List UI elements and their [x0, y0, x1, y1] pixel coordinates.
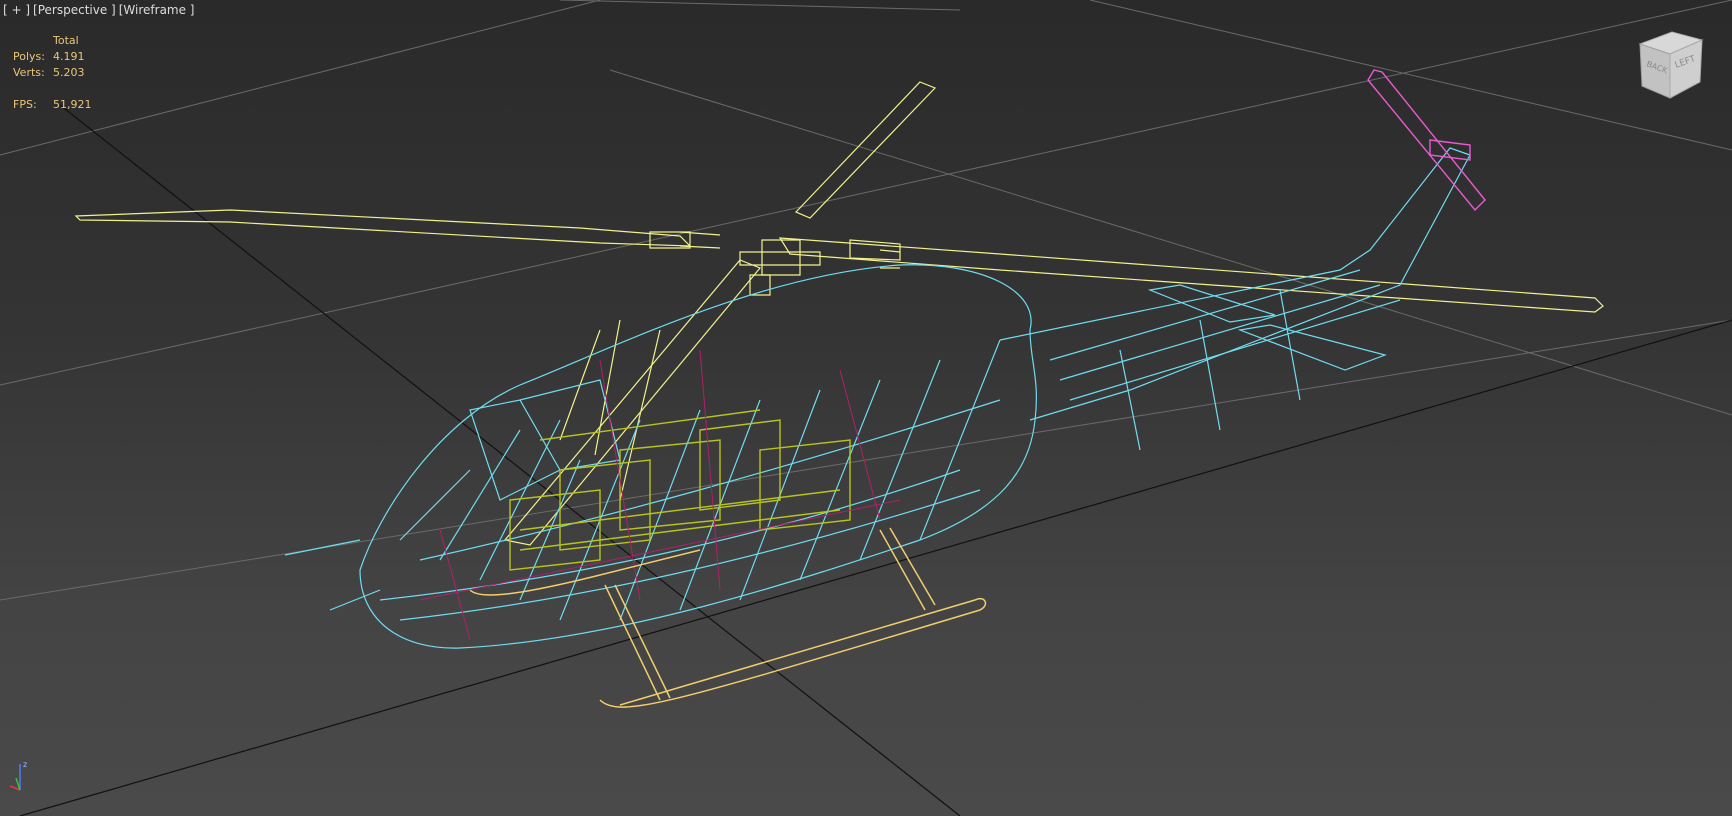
fps-value: 51,921: [53, 98, 92, 111]
fps-label: FPS:: [13, 98, 37, 111]
ground-grid: [0, 0, 1732, 601]
verts-label: Verts:: [13, 66, 45, 79]
stats-polys-row: Polys: 4.191: [13, 49, 92, 65]
helicopter-model[interactable]: [74, 69, 1604, 708]
axis-gizmo: z: [9, 760, 27, 791]
viewcube[interactable]: BACK LEFT: [1630, 26, 1710, 106]
wireframe-scene[interactable]: [0, 0, 1732, 816]
world-axis-lines: [19, 104, 1732, 816]
polys-label: Polys:: [13, 50, 45, 63]
stats-verts-row: Verts: 5.203: [13, 65, 92, 81]
viewport-label-bar: [ + ] [Perspective ] [Wireframe ]: [3, 3, 194, 17]
main-rotor[interactable]: [74, 81, 1604, 546]
perspective-viewport[interactable]: [ + ] [Perspective ] [Wireframe ] Total …: [0, 0, 1732, 816]
landing-skids[interactable]: [469, 527, 987, 708]
z-axis-label: z: [23, 760, 27, 769]
viewport-view-label[interactable]: [Perspective ]: [33, 3, 116, 17]
stats-fps-row: FPS: 51,921: [13, 97, 92, 113]
tail-rotor[interactable]: [1367, 69, 1486, 212]
statistics-overlay: Total Polys: 4.191 Verts: 5.203 FPS: 51,…: [13, 33, 92, 113]
polys-value: 4.191: [53, 50, 85, 63]
stats-header: Total: [53, 34, 79, 47]
fuselage[interactable]: [284, 147, 1471, 649]
viewport-menu-plus[interactable]: [ + ]: [3, 3, 30, 17]
interior-frame: [419, 349, 901, 641]
viewport-shading-label[interactable]: [Wireframe ]: [119, 3, 195, 17]
verts-value: 5.203: [53, 66, 85, 79]
